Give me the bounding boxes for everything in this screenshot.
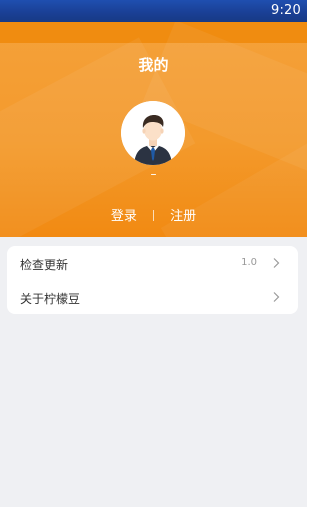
auth-links: 登录 注册 bbox=[0, 205, 307, 224]
avatar[interactable] bbox=[121, 101, 185, 165]
page-title: 我的 bbox=[138, 56, 169, 74]
app-version-value: 1.0 bbox=[241, 257, 257, 268]
menu-item-label: 关于柠檬豆 bbox=[20, 292, 81, 306]
window-edge bbox=[307, 0, 309, 507]
user-avatar-icon bbox=[121, 101, 185, 165]
status-time: 9:20 bbox=[271, 3, 301, 18]
auth-divider bbox=[153, 210, 154, 221]
app-screen: 9:20 我的 – 登录 注册 检查更新 1.0 关于柠檬豆 bbox=[0, 0, 307, 507]
status-bar: 9:20 bbox=[0, 0, 307, 22]
menu-item-check-update[interactable]: 检查更新 1.0 bbox=[7, 246, 298, 280]
login-link[interactable]: 登录 bbox=[111, 209, 137, 224]
header-top-band bbox=[0, 22, 307, 43]
chevron-right-icon bbox=[273, 258, 280, 268]
user-nickname: – bbox=[150, 167, 157, 181]
settings-menu-card: 检查更新 1.0 关于柠檬豆 bbox=[7, 246, 298, 314]
register-link[interactable]: 注册 bbox=[170, 209, 196, 224]
menu-item-about[interactable]: 关于柠檬豆 bbox=[7, 280, 298, 314]
chevron-right-icon bbox=[273, 292, 280, 302]
menu-item-label: 检查更新 bbox=[20, 258, 69, 272]
profile-header: 我的 – 登录 注册 bbox=[0, 22, 307, 237]
